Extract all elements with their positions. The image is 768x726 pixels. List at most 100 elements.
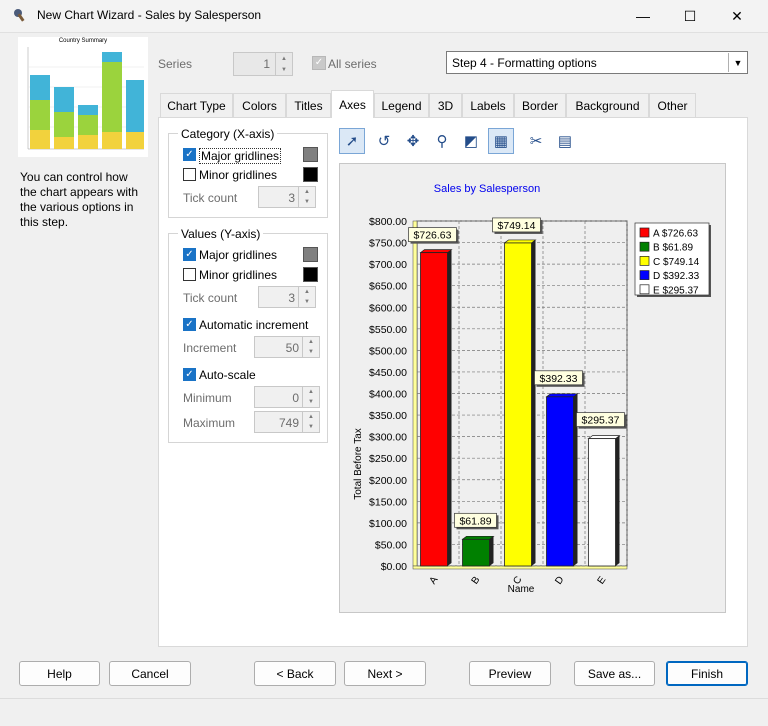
data-grid-button[interactable]: ▤ [552,128,578,154]
x-tick-label: B [470,574,483,586]
tab-background[interactable]: Background [566,93,649,117]
tab-other[interactable]: Other [649,93,696,117]
tools-button[interactable]: ✂ [523,128,549,154]
x-axis-label: Name [508,584,535,595]
tab-colors[interactable]: Colors [233,93,286,117]
tab-label: Colors [242,98,277,113]
close-button[interactable]: ✕ [714,0,760,32]
spin-up-icon[interactable]: ▲ [303,412,319,422]
move-tool-button[interactable]: ✥ [400,128,426,154]
rotate-tool-button[interactable]: ↺ [371,128,397,154]
bar-top [503,239,537,244]
pointer-tool-button[interactable]: ➚ [339,128,365,154]
values-major-gridlines-label: Major gridlines [199,248,278,262]
category-minor-color-swatch[interactable] [303,167,318,182]
spin-up-icon[interactable]: ▲ [299,187,315,197]
help-button[interactable]: Help [19,661,100,686]
all-series-label: All series [328,57,377,71]
legend-swatch [639,270,650,280]
y-tick-label: $400.00 [369,389,407,401]
tab-border[interactable]: Border [514,93,566,117]
spin-down-icon[interactable]: ▼ [299,297,315,307]
tab-label: Axes [339,97,366,112]
save-as-button[interactable]: Save as... [574,661,655,686]
category-major-gridlines-checkbox[interactable]: ✓ [183,148,196,161]
app-icon [12,7,28,23]
spin-down-icon[interactable]: ▼ [303,422,319,432]
y-tick-label: $650.00 [369,281,407,293]
tab-titles[interactable]: Titles [286,93,331,117]
x-tick-label: D [553,574,566,586]
step-dropdown[interactable]: Step 4 - Formatting options ▼ [446,51,748,74]
spin-buttons[interactable]: ▲ ▼ [298,187,315,207]
values-minor-color-swatch[interactable] [303,267,318,282]
y-tick-label: $700.00 [369,259,407,271]
auto-scale-checkbox[interactable]: ✓ [183,368,196,381]
spin-buttons[interactable]: ▲ ▼ [302,412,319,432]
title-bar: New Chart Wizard - Sales by Salesperson … [0,0,768,33]
category-group-title: Category (X-axis) [178,127,278,141]
3d-toggle-button[interactable]: ▦ [488,128,514,154]
values-minor-gridlines-checkbox[interactable] [183,268,196,281]
category-minor-gridlines-checkbox[interactable] [183,168,196,181]
next-button[interactable]: Next > [344,661,426,686]
bar [462,538,490,567]
y-axis-label: Total Before Tax [353,428,364,500]
y-tick-label: $600.00 [369,302,407,314]
automatic-increment-checkbox[interactable]: ✓ [183,318,196,331]
preview-button[interactable]: Preview [469,661,551,686]
chevron-down-icon[interactable]: ▼ [728,53,747,72]
category-tick-count-spinner[interactable]: 3 ▲ ▼ [258,186,316,208]
spin-down-icon[interactable]: ▼ [303,347,319,357]
tab-label: Other [657,98,688,113]
y-tick-label: $300.00 [369,432,407,444]
legend-swatch [639,227,650,238]
tab-3d[interactable]: 3D [429,93,462,117]
tab-labels[interactable]: Labels [462,93,514,117]
maximize-button[interactable]: ☐ [667,0,713,32]
minimum-value: 0 [292,391,299,405]
y-tick-label: $750.00 [369,238,407,250]
tab-legend[interactable]: Legend [374,93,429,117]
series-spin-buttons[interactable]: ▲ ▼ [275,53,292,75]
legend-swatch [639,241,650,252]
spin-buttons[interactable]: ▲ ▼ [298,287,315,307]
spin-down-icon[interactable]: ▼ [276,64,292,75]
bar-side [489,536,494,566]
spin-up-icon[interactable]: ▲ [299,287,315,297]
data-label: $392.33 [540,373,578,385]
back-button[interactable]: < Back [254,661,336,686]
series-spinner[interactable]: 1 ▲ ▼ [233,52,293,76]
legend-entry: D $392.33 [653,271,700,282]
values-major-color-swatch[interactable] [303,247,318,262]
spin-up-icon[interactable]: ▲ [303,337,319,347]
move-icon: ✥ [406,133,420,150]
increment-spinner[interactable]: 50 ▲ ▼ [254,336,320,358]
category-major-color-swatch[interactable] [303,147,318,162]
minimize-button[interactable]: — [620,0,666,32]
spin-up-icon[interactable]: ▲ [276,53,292,64]
values-group-title: Values (Y-axis) [178,227,264,241]
y-tick-label: $250.00 [369,453,407,465]
tab-chart-type[interactable]: Chart Type [160,93,233,117]
spin-down-icon[interactable]: ▼ [303,397,319,407]
all-series-checkbox[interactable]: ✓ [312,56,326,70]
series-value: 1 [263,57,270,71]
zoom-tool-button[interactable]: ⚲ [429,128,455,154]
spin-up-icon[interactable]: ▲ [303,387,319,397]
values-tick-count-spinner[interactable]: 3 ▲ ▼ [258,286,316,308]
cancel-button[interactable]: Cancel [109,661,191,686]
spin-buttons[interactable]: ▲ ▼ [302,337,319,357]
export-image-icon: ◩ [463,133,479,150]
maximum-spinner[interactable]: 749 ▲ ▼ [254,411,320,433]
tab-axes[interactable]: Axes [331,90,374,118]
values-major-gridlines-checkbox[interactable]: ✓ [183,248,196,261]
status-bar [0,698,768,726]
minimum-spinner[interactable]: 0 ▲ ▼ [254,386,320,408]
export-image-button[interactable]: ◩ [458,128,484,154]
bar-side [447,249,452,566]
finish-button[interactable]: Finish [666,661,748,686]
spin-down-icon[interactable]: ▼ [299,197,315,207]
spin-buttons[interactable]: ▲ ▼ [302,387,319,407]
cancel-button-label: Cancel [131,666,169,681]
